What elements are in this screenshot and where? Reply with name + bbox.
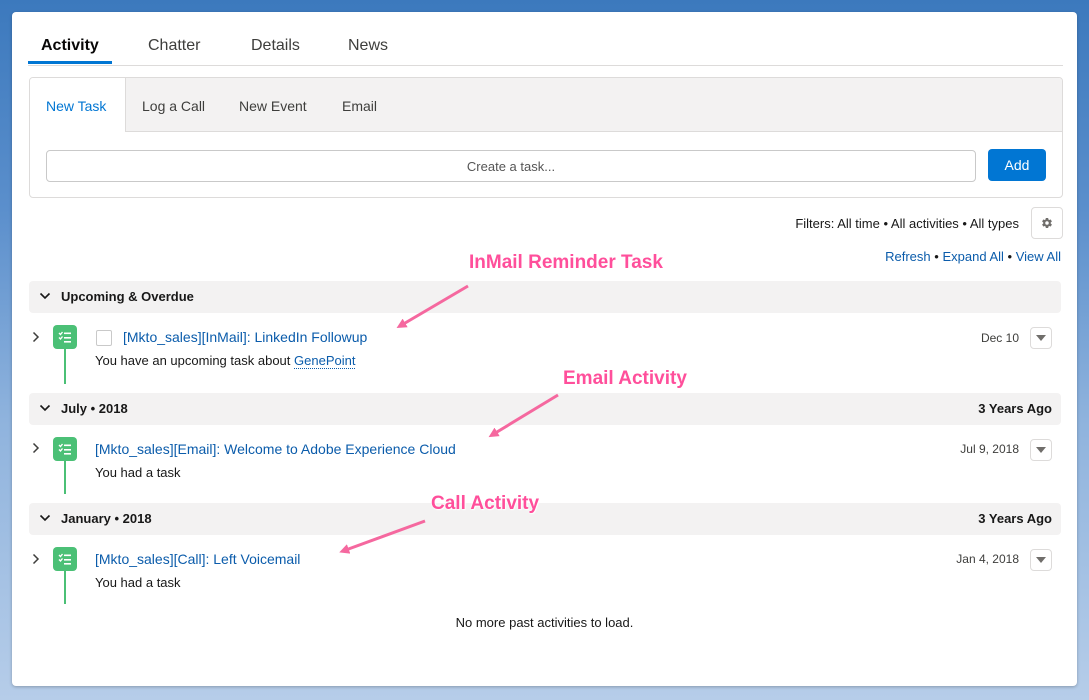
annotation-arrow-email [488,393,559,438]
annotation-arrow-call [339,519,426,554]
annotation-inmail-reminder-task: InMail Reminder Task [469,252,663,273]
annotation-arrows [339,284,559,554]
annotation-call-activity: Call Activity [431,493,540,514]
annotation-email-activity: Email Activity [563,368,687,389]
annotation-arrow-inmail [396,284,469,329]
